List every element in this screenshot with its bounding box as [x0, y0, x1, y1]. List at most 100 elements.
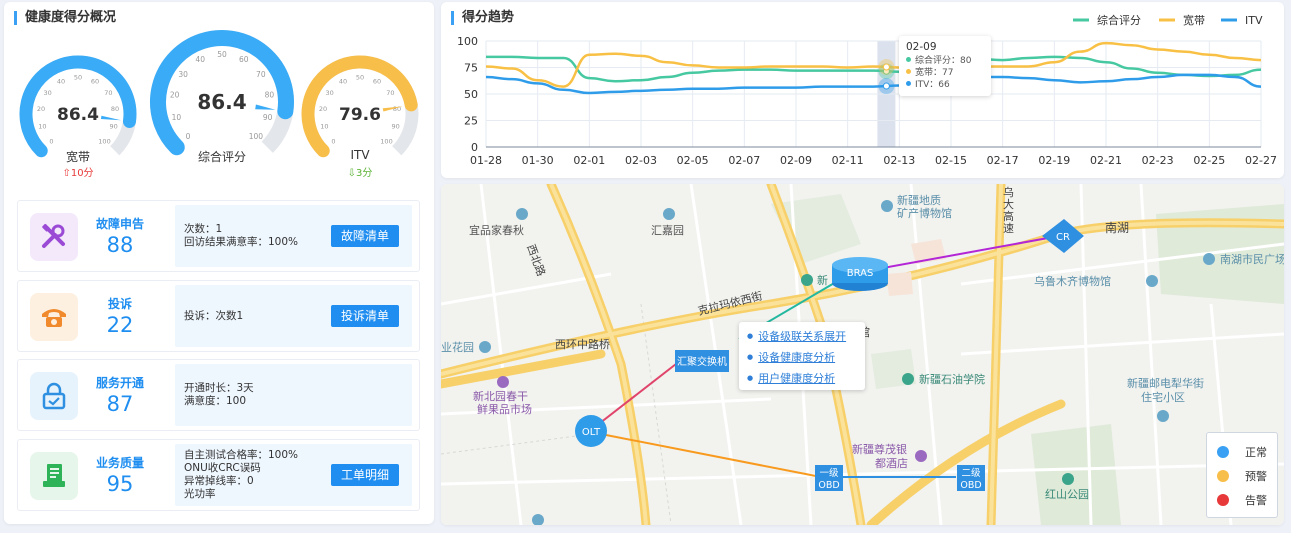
gauge-tick-label: 80	[265, 90, 275, 99]
gauges: 010203040506070809010086.401020304050607…	[19, 30, 419, 158]
x-tick-label: 02-05	[677, 154, 709, 167]
fault-list-button[interactable]: 故障清单	[330, 225, 399, 247]
card-count: 88	[106, 233, 134, 257]
legend-label: 综合评分	[1097, 13, 1141, 27]
map-label: 汇嘉园	[651, 223, 684, 237]
node-label: OLT	[582, 427, 601, 438]
gauge-tick-label: 60	[373, 78, 381, 86]
menu-item-cascade[interactable]: 设备级联关系展开	[747, 326, 857, 347]
gauge-label-broadband: 宽带	[65, 150, 90, 164]
series-line	[485, 73, 1262, 95]
lock-icon	[30, 372, 78, 420]
card-title: 服务开通	[95, 376, 144, 390]
map-label: 鲜果品市场	[477, 402, 532, 416]
gauge-tick-label: 70	[386, 89, 394, 97]
x-tick-label: 02-13	[883, 154, 915, 167]
card-detail: 投诉：次数1 投诉清单	[175, 285, 412, 347]
y-tick-label: 50	[464, 88, 478, 101]
map-label: 新北园春干	[473, 389, 528, 403]
menu-item-user-health[interactable]: 用户健康度分析	[747, 368, 857, 389]
card-detail: 自主测试合格率：100% ONU收CRC误码 异常掉线率：0 光功率 工单明细	[175, 444, 412, 506]
gauge-tick-label: 40	[195, 55, 205, 64]
gauge-tick-label: 30	[44, 89, 52, 97]
y-tick-label: 100	[457, 35, 478, 48]
complaint-list-button[interactable]: 投诉清单	[330, 305, 399, 327]
x-tick-label: 01-28	[470, 154, 502, 167]
gauge-tick-label: 90	[392, 123, 400, 131]
gauge-tick-label: 100	[380, 138, 392, 146]
card-fault-report: 故障申告 88 次数：1 回访结果满意率：100% 故障清单	[17, 200, 420, 272]
map-label: 住宅小区	[1141, 390, 1185, 404]
x-tick-label: 01-30	[522, 154, 554, 167]
node-context-menu: 设备级联关系展开 设备健康度分析 用户健康度分析	[739, 322, 865, 390]
hover-point	[882, 63, 890, 71]
gauge-tick-label: 60	[91, 78, 99, 86]
gauge-tick-label: 20	[37, 105, 45, 113]
work-order-detail-button[interactable]: 工单明细	[330, 464, 399, 486]
gauge-tick-label: 60	[239, 55, 249, 64]
svg-text:OBD: OBD	[818, 480, 839, 491]
tooltip-row: 宽带：77	[906, 67, 984, 79]
card-count: 95	[106, 472, 134, 496]
gauge-tick-label: 20	[170, 90, 180, 99]
node-label: 汇聚交换机	[677, 355, 727, 368]
tooltip-row: ITV：66	[906, 79, 984, 91]
detail-line: 光功率	[184, 488, 216, 500]
gauge-tick-label: 40	[339, 78, 347, 86]
x-tick-label: 02-07	[728, 154, 760, 167]
node-olt[interactable]: OLT	[575, 415, 607, 447]
detail-line: 自主测试合格率：100%	[184, 449, 299, 461]
map-label: 乌	[1003, 185, 1014, 199]
gauge-tick-label: 40	[57, 78, 65, 86]
node-obd2[interactable]: 二级 OBD	[957, 465, 985, 491]
detail-line: 满意度：100	[184, 395, 247, 407]
gauge-tick-label: 0	[49, 138, 53, 146]
card-title: 投诉	[107, 297, 132, 311]
y-tick-label: 25	[464, 115, 478, 128]
x-tick-label: 02-25	[1193, 154, 1225, 167]
x-tick-label: 02-27	[1245, 154, 1277, 167]
node-bras[interactable]: BRAS	[832, 257, 888, 291]
card-service-open: 服务开通 87 开通时长：3天 满意度：100	[17, 359, 420, 431]
gauge-tick-label: 100	[98, 138, 110, 146]
map-label: 大	[1003, 197, 1014, 211]
gauge-tick-label: 50	[74, 74, 82, 82]
map-label: 南湖	[1105, 220, 1129, 235]
card-service-quality: 业务质量 95 自主测试合格率：100% ONU收CRC误码 异常掉线率：0 光…	[17, 439, 420, 511]
map-label: 新疆地质	[897, 193, 941, 207]
topology-map-panel[interactable]: 宜品家春秋 汇嘉园 新疆地质 矿产博物馆 南湖 南湖市民广场 乌鲁木齐博物馆 克…	[441, 184, 1284, 525]
gauge-pointer	[100, 115, 122, 121]
gauge-tick-label: 0	[186, 132, 191, 141]
x-tick-label: 02-19	[1038, 154, 1070, 167]
gauge-tick-label: 0	[331, 138, 335, 146]
arrow-up-icon: ⇧	[62, 168, 71, 179]
map-label: 新疆邮电犁华街	[1127, 376, 1204, 390]
map-label: 红山公园	[1045, 488, 1089, 501]
status-legend: 正常 预警 告警	[1206, 432, 1278, 518]
menu-item-device-health[interactable]: 设备健康度分析	[747, 347, 857, 368]
map-label: 速	[1003, 222, 1014, 235]
gauge-tick-label: 70	[256, 70, 266, 79]
hover-point	[882, 82, 890, 90]
detail-line: 开通时长：3天	[184, 382, 254, 394]
x-tick-label: 02-09	[780, 154, 812, 167]
gauge-tick-label: 50	[356, 74, 364, 82]
x-tick-label: 02-03	[625, 154, 657, 167]
x-tick-label: 02-23	[1142, 154, 1174, 167]
svg-text:一级: 一级	[819, 467, 839, 479]
map-label: 新疆尊茂银	[852, 442, 907, 456]
x-tick-label: 02-15	[935, 154, 967, 167]
gauge-tick-label: 80	[393, 105, 401, 113]
node-switch[interactable]: 汇聚交换机	[675, 350, 729, 372]
trend-chart: 0 25 50 75 100 01-28 01-30 02-01 02-03 02-05 02-07…	[457, 13, 1277, 167]
gauge-tick-label: 90	[110, 123, 118, 131]
node-obd1[interactable]: 一级 OBD	[815, 465, 843, 491]
card-title: 业务质量	[95, 456, 144, 470]
card-detail: 开通时长：3天 满意度：100	[175, 364, 412, 426]
gauge-tick-label: 20	[319, 105, 327, 113]
map-label: 南湖市民广场	[1220, 252, 1284, 266]
card-count: 22	[106, 313, 134, 337]
chart-tooltip: 02-09 综合评分：80 宽带：77 ITV：66	[899, 36, 991, 96]
detail-line: 次数：1	[184, 223, 223, 235]
gauge-tick-label: 10	[320, 123, 328, 131]
